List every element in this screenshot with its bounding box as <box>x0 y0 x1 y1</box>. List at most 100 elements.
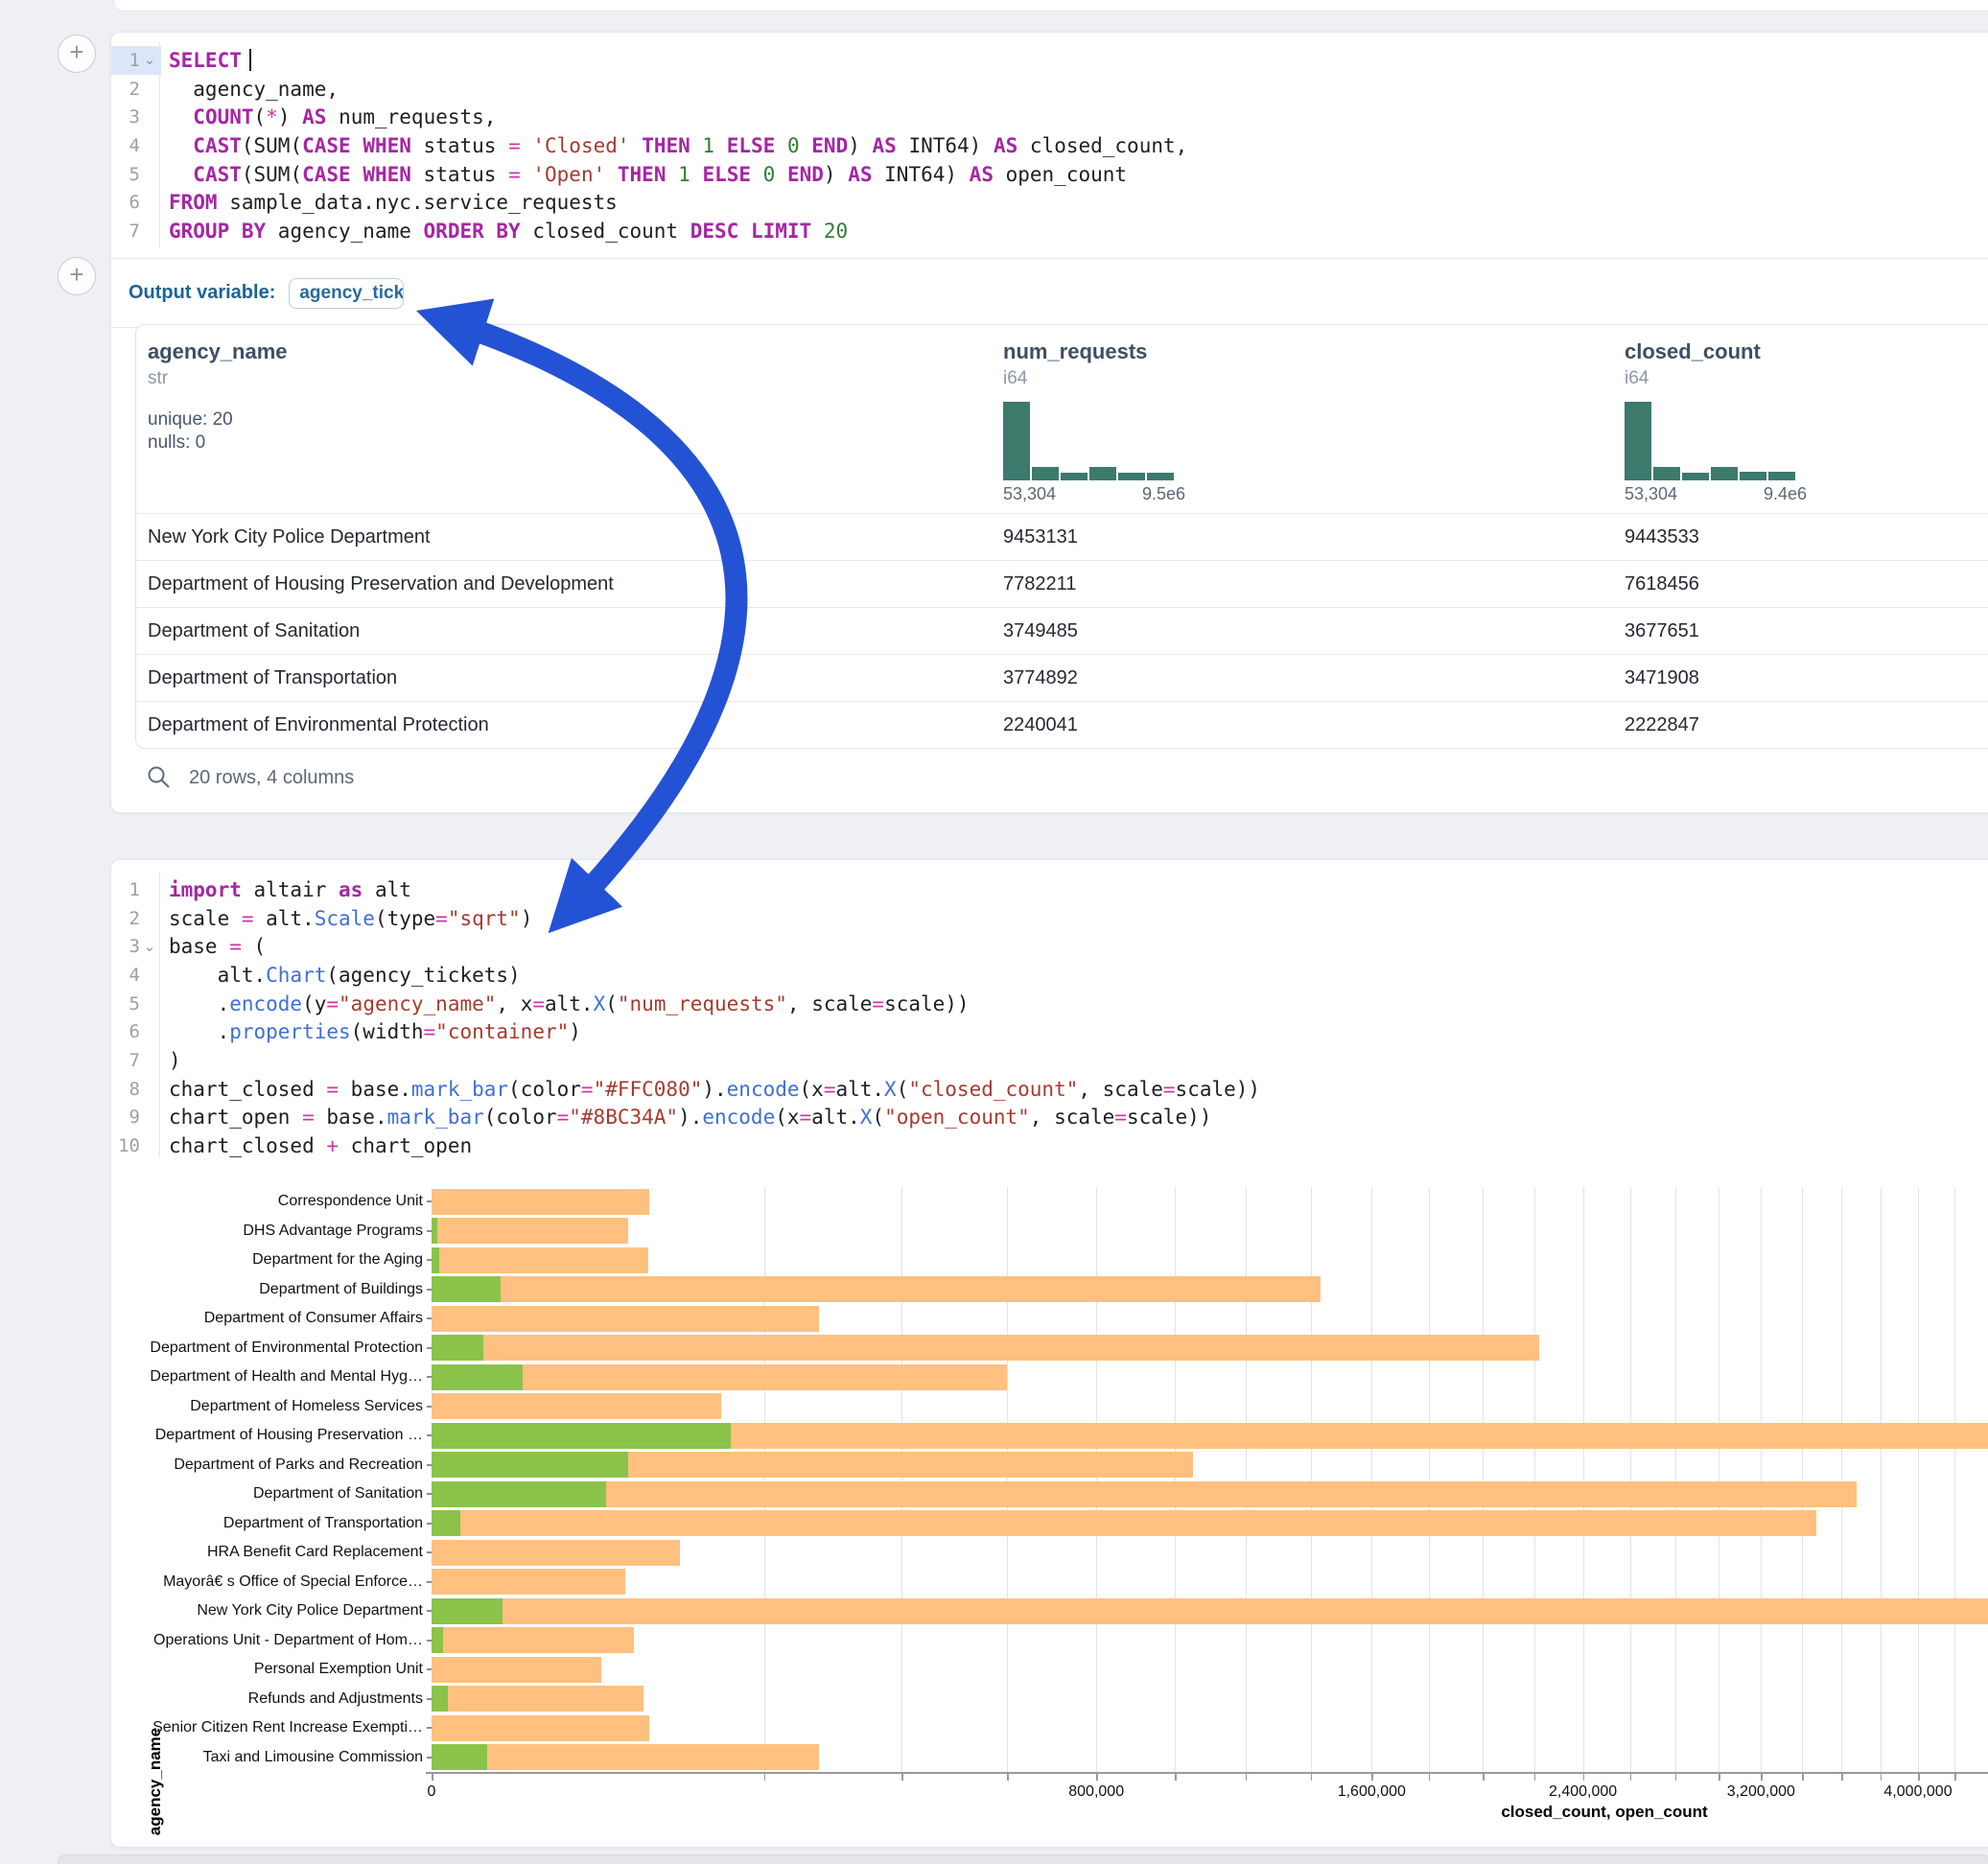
table-cell: 3677651 <box>1625 608 1699 655</box>
code-token: (SUM( <box>242 134 302 157</box>
code-line[interactable]: 6FROM sample_data.nyc.service_requests <box>111 188 1988 217</box>
code-token: chart_open <box>169 1106 302 1129</box>
code-token: X <box>860 1106 873 1129</box>
code-token: CAST <box>193 134 242 157</box>
code-line[interactable]: 8chart_closed = base.mark_bar(color="#FF… <box>111 1075 1988 1104</box>
y-axis-label: Correspondence Unit <box>111 1187 423 1217</box>
add-cell-button-output[interactable]: + <box>58 257 96 295</box>
histogram-bar <box>1003 402 1030 480</box>
code-line[interactable]: 3 COUNT(*) AS num_requests, <box>111 103 1988 131</box>
code-line[interactable]: 4 CAST(SUM(CASE WHEN status = 'Closed' T… <box>111 131 1988 160</box>
code-line[interactable]: 2 agency_name, <box>111 75 1988 104</box>
code-token: "agency_name" <box>339 992 496 1015</box>
table-row: Department of Environmental Protection22… <box>136 701 1988 749</box>
histogram-max-label: 9.5e6 <box>1142 484 1185 504</box>
bar-open-count <box>432 1218 437 1244</box>
result-table-card: agency_namestrunique: 20nulls: 0num_requ… <box>135 324 1988 749</box>
code-token: + <box>326 1134 339 1157</box>
code-token: ) <box>824 163 848 186</box>
chevron-down-icon[interactable]: ⌄ <box>140 933 159 961</box>
output-variable-chip[interactable]: agency_tickets <box>289 278 404 309</box>
code-token: properties <box>229 1020 350 1043</box>
code-token: ( <box>897 1078 909 1101</box>
x-axis-tick <box>901 1774 903 1781</box>
code-line[interactable]: 1import altair as alt <box>111 875 1988 904</box>
bar-closed-count <box>432 1598 1988 1624</box>
code-token: CAST <box>193 163 242 186</box>
y-axis-label: Operations Unit - Department of Hom… <box>111 1626 423 1656</box>
code-token: altair <box>242 878 339 901</box>
code-token <box>521 163 533 186</box>
code-text: .properties(width="container") <box>159 1020 581 1043</box>
line-number: 1 <box>111 879 140 900</box>
code-line[interactable]: 2scale = alt.Scale(type="sqrt") <box>111 904 1988 933</box>
python-code-editor[interactable]: 1import altair as alt2scale = alt.Scale(… <box>111 875 1988 1160</box>
code-token: Chart <box>266 964 326 987</box>
line-number: 1 <box>111 50 140 71</box>
histogram-bar <box>1740 472 1766 480</box>
histogram-bar <box>1625 402 1651 480</box>
column-header-num_requests[interactable]: num_requestsi6453,3049.5e6 <box>1003 325 1617 389</box>
code-line[interactable]: 3⌄base = ( <box>111 932 1988 961</box>
code-token: WHEN <box>363 134 411 157</box>
code-token: sample_data.nyc.service_requests <box>218 191 618 214</box>
code-text: chart_closed = base.mark_bar(color="#FFC… <box>159 1078 1260 1101</box>
code-line[interactable]: 4 alt.Chart(agency_tickets) <box>111 961 1988 990</box>
next-cell-edge <box>58 1854 1988 1864</box>
line-number: 7 <box>111 1050 140 1071</box>
bar-open-count <box>432 1510 460 1536</box>
bar-closed-count <box>432 1189 649 1215</box>
histogram-bar <box>1768 472 1795 480</box>
x-axis-tick-label: 4,000,000 <box>1851 1783 1985 1801</box>
code-token: "sqrt" <box>448 907 521 930</box>
code-token: 'Open' <box>532 163 605 186</box>
code-line[interactable]: 5 .encode(y="agency_name", x=alt.X("num_… <box>111 990 1988 1018</box>
code-token: ( <box>242 935 266 958</box>
code-token <box>690 134 703 157</box>
code-token: , x <box>496 992 532 1015</box>
code-token: ). <box>702 1078 726 1101</box>
column-header-closed_count[interactable]: closed_counti6453,3049.4e6 <box>1625 325 1988 389</box>
histogram-bar <box>1682 473 1709 480</box>
bar-open-count <box>432 1335 483 1361</box>
table-cell: New York City Police Department <box>148 514 431 561</box>
code-token <box>800 134 812 157</box>
code-line[interactable]: 7) <box>111 1046 1988 1075</box>
sql-code-editor[interactable]: 1⌄SELECT2 agency_name,3 COUNT(*) AS num_… <box>111 46 1988 245</box>
code-token: AS <box>873 134 897 157</box>
text-caret <box>249 49 251 71</box>
add-cell-button-top[interactable]: + <box>58 35 96 73</box>
line-number: 4 <box>111 135 140 156</box>
column-header-agency_name[interactable]: agency_namestrunique: 20nulls: 0 <box>148 325 992 454</box>
code-token <box>169 163 193 186</box>
code-line[interactable]: 10chart_closed + chart_open <box>111 1131 1988 1160</box>
histogram-max-label: 9.4e6 <box>1764 484 1807 504</box>
bar-closed-count <box>432 1569 625 1595</box>
gridline <box>1841 1187 1842 1772</box>
x-axis-tick <box>1802 1774 1804 1781</box>
x-axis-tick <box>1246 1774 1248 1781</box>
code-token: = <box>872 992 884 1015</box>
code-token: = <box>1114 1106 1127 1129</box>
histogram-bar <box>1118 473 1145 480</box>
code-token <box>666 163 678 186</box>
y-axis-label: New York City Police Department <box>111 1596 423 1626</box>
code-token: import <box>169 878 242 901</box>
code-token: "#FFC080" <box>594 1078 703 1101</box>
code-line[interactable]: 7GROUP BY agency_name ORDER BY closed_co… <box>111 217 1988 245</box>
code-line[interactable]: 1⌄SELECT <box>111 46 1988 75</box>
search-icon[interactable] <box>147 765 172 790</box>
y-axis-label: Department of Sanitation <box>111 1480 423 1509</box>
code-line[interactable]: 9chart_open = base.mark_bar(color="#8BC3… <box>111 1104 1988 1132</box>
code-token: base. <box>339 1078 411 1101</box>
code-line[interactable]: 5 CAST(SUM(CASE WHEN status = 'Open' THE… <box>111 160 1988 189</box>
code-token: = <box>581 1078 594 1101</box>
code-token: scale)) <box>884 992 970 1015</box>
chevron-down-icon[interactable]: ⌄ <box>140 46 159 74</box>
code-line[interactable]: 6 .properties(width="container") <box>111 1017 1988 1046</box>
code-text: agency_name, <box>159 78 339 101</box>
bar-closed-count <box>432 1744 819 1770</box>
code-token: "open_count" <box>884 1106 1030 1129</box>
y-axis-label: Taxi and Limousine Commission <box>111 1743 423 1773</box>
altair-bar-chart: agency_name Correspondence UnitDHS Advan… <box>111 1162 1988 1847</box>
